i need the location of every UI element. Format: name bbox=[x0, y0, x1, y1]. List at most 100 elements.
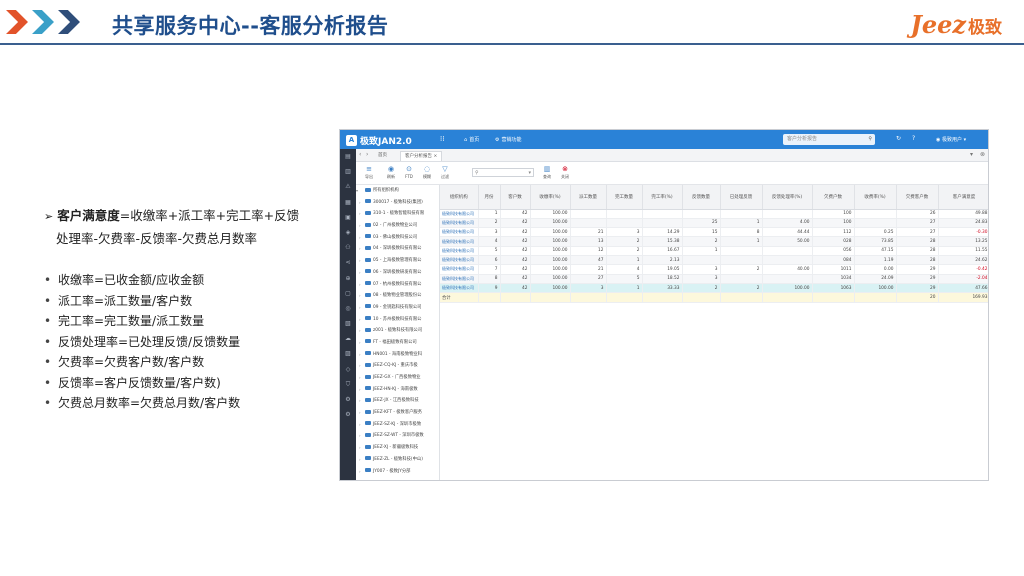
refresh-icon[interactable]: ↻ bbox=[896, 135, 901, 142]
table-row[interactable]: 极致科技有限公司 3 42 100.00 21 3 14.29 15 8 44.44 112 0.25… bbox=[440, 227, 988, 238]
nav-icon[interactable]: ⛉ bbox=[340, 377, 356, 392]
expand-icon[interactable]: › bbox=[359, 267, 361, 279]
tree-item[interactable]: › 300017 - 极致科技(集团) bbox=[356, 197, 439, 209]
close-button[interactable]: ⊗ 关闭 bbox=[556, 165, 574, 180]
expand-icon[interactable]: › bbox=[359, 419, 361, 431]
user-menu[interactable]: ◉ 极致用户 ▾ bbox=[936, 136, 966, 143]
column-header[interactable]: 收费率(%) bbox=[854, 185, 897, 210]
tree-item[interactable]: › JEEZ-JX - 江西极致科技 bbox=[356, 395, 439, 407]
expand-icon[interactable]: › bbox=[359, 454, 361, 466]
nav-icon[interactable]: ▥ bbox=[340, 164, 356, 179]
tree-item[interactable]: › HN001 - 海南极致物业科 bbox=[356, 349, 439, 361]
expand-icon[interactable]: › bbox=[359, 197, 361, 209]
nav-icon[interactable]: ▣ bbox=[340, 210, 356, 225]
expand-icon[interactable]: › bbox=[359, 279, 361, 291]
tree-item[interactable]: › 06 - 深圳极致研发有限公 bbox=[356, 267, 439, 279]
chevron-left-icon[interactable]: ‹ bbox=[359, 151, 361, 158]
nav-icon[interactable]: ⚇ bbox=[340, 240, 356, 255]
expand-icon[interactable]: › bbox=[359, 384, 361, 396]
close-icon[interactable]: × bbox=[433, 154, 437, 159]
apps-grid-icon[interactable]: ⁞⁞ bbox=[440, 135, 444, 143]
table-row[interactable]: 极致科技有限公司 4 42 100.00 13 2 15.38 2 1 50.00 028 73.85… bbox=[440, 236, 988, 247]
tree-item[interactable]: › JEEZ-CQ-KJ - 重庆市极 bbox=[356, 360, 439, 372]
expand-icon[interactable]: › bbox=[359, 360, 361, 372]
nav-icon[interactable]: ▢ bbox=[340, 286, 356, 301]
tree-item[interactable]: › 05 - 上海极致管理有限公 bbox=[356, 255, 439, 267]
tree-item[interactable]: › 310-1 - 极致智能科技有限 bbox=[356, 208, 439, 220]
nav-icon[interactable]: ◎ bbox=[340, 301, 356, 316]
tree-item[interactable]: › JEEZ-ZL - 极致科技(中山) bbox=[356, 454, 439, 466]
tree-item[interactable]: › JEEZ-KFT - 极致客户服务 bbox=[356, 407, 439, 419]
column-header[interactable]: 派工数量 bbox=[570, 185, 607, 210]
tree-item[interactable]: › JEEZ-XJ - 新疆极致科技 bbox=[356, 442, 439, 454]
table-row[interactable]: 极致科技有限公司 5 42 100.00 12 2 16.67 1 056 47.15 28 11.5… bbox=[440, 246, 988, 257]
query-button[interactable]: ▥ 查询 bbox=[538, 165, 556, 180]
column-header[interactable]: 已处理反馈 bbox=[720, 185, 763, 210]
column-header[interactable]: 完工率(%) bbox=[642, 185, 683, 210]
tree-item[interactable]: › JY007 - 极致JY分部 bbox=[356, 466, 439, 478]
expand-icon[interactable]: › bbox=[359, 325, 361, 337]
dropdown-icon[interactable]: ▾ bbox=[970, 151, 973, 158]
tree-item[interactable]: › FT - 福田极致有限公司 bbox=[356, 337, 439, 349]
expand-icon[interactable]: › bbox=[359, 372, 361, 384]
column-header[interactable]: 欠费客户数 bbox=[896, 185, 939, 210]
expand-icon[interactable]: › bbox=[359, 290, 361, 302]
column-header[interactable]: 完工数量 bbox=[606, 185, 643, 210]
nav-icon[interactable]: ⚙ bbox=[340, 407, 356, 422]
column-header[interactable]: 月份 bbox=[478, 185, 501, 210]
table-row[interactable]: 极致科技有限公司 2 42 100.00 25 1 4.00 100 27 24.83 bbox=[440, 218, 988, 229]
nav-icon[interactable]: ☁ bbox=[340, 331, 356, 346]
collapse-icon[interactable]: ▾ bbox=[356, 185, 358, 197]
expand-icon[interactable]: › bbox=[359, 314, 361, 326]
expand-icon[interactable]: › bbox=[359, 243, 361, 255]
tree-item[interactable]: › 09 - 金钥匙科技有限公司 bbox=[356, 302, 439, 314]
tab-report[interactable]: 客户分析报告 × bbox=[400, 151, 443, 161]
expand-icon[interactable]: › bbox=[359, 255, 361, 267]
column-header[interactable]: 反馈处理率(%) bbox=[762, 185, 813, 210]
expand-icon[interactable]: › bbox=[359, 349, 361, 361]
column-header[interactable]: 欠费户数 bbox=[812, 185, 855, 210]
tab-home[interactable]: 首页 bbox=[374, 151, 391, 161]
column-header[interactable]: 客户满意度 bbox=[938, 185, 988, 210]
chevron-right-icon[interactable]: › bbox=[366, 151, 368, 158]
search-input[interactable]: 客户分析报告 ⚲ bbox=[783, 134, 875, 145]
fuzzy-button[interactable]: ◌ 模糊 bbox=[418, 165, 436, 180]
column-header[interactable]: 客户数 bbox=[500, 185, 531, 210]
nav-icon[interactable]: ◈ bbox=[340, 225, 356, 240]
nav-icon[interactable]: ▨ bbox=[340, 346, 356, 361]
close-all-icon[interactable]: ⊗ bbox=[980, 151, 985, 158]
expand-icon[interactable]: › bbox=[359, 407, 361, 419]
tree-item[interactable]: › 03 - 佛山极致科技公司 bbox=[356, 232, 439, 244]
refresh-button[interactable]: ◉ 刷新 bbox=[382, 165, 400, 180]
filter-select[interactable]: ⚲ ▾ bbox=[472, 168, 534, 177]
tree-item[interactable]: › JEEZ-SZ-KJ - 深圳市极致 bbox=[356, 419, 439, 431]
expand-icon[interactable]: › bbox=[359, 466, 361, 478]
expand-icon[interactable]: › bbox=[359, 442, 361, 454]
table-row[interactable]: 极致科技有限公司 7 42 100.00 21 4 19.05 3 2 40.00 1011 0.00… bbox=[440, 264, 988, 275]
nav-icon[interactable]: ◇ bbox=[340, 362, 356, 377]
column-header[interactable]: 收缴率(%) bbox=[530, 185, 571, 210]
tree-item[interactable]: › JEEZ-SZ-WT - 深圳市极致 bbox=[356, 430, 439, 442]
tree-item[interactable]: › 02 - 广州极致物业公司 bbox=[356, 220, 439, 232]
expand-icon[interactable]: › bbox=[359, 395, 361, 407]
nav-icon[interactable]: ⚠ bbox=[340, 179, 356, 194]
nav-manage[interactable]: ⚙ 营销功能 bbox=[495, 136, 522, 144]
nav-icon[interactable]: ⊕ bbox=[340, 271, 356, 286]
tree-item[interactable]: › JEEZ-GX - 广西极致物业 bbox=[356, 372, 439, 384]
expand-icon[interactable]: › bbox=[359, 337, 361, 349]
tree-item[interactable]: › JEEZ-HN-KJ - 海南极致 bbox=[356, 384, 439, 396]
expand-icon[interactable]: › bbox=[359, 430, 361, 442]
tree-item[interactable]: › 04 - 深圳极致科技有限公 bbox=[356, 243, 439, 255]
expand-icon[interactable]: › bbox=[359, 220, 361, 232]
tree-item[interactable]: › 08 - 极致物业管理股份公 bbox=[356, 290, 439, 302]
nav-icon[interactable]: ▤ bbox=[340, 149, 356, 164]
table-row[interactable]: 极致科技有限公司 8 42 100.00 27 5 18.52 3 1034 24.09 29 -2.… bbox=[440, 274, 988, 284]
nav-icon[interactable]: ▦ bbox=[340, 195, 356, 210]
help-icon[interactable]: ? bbox=[912, 135, 915, 142]
table-row[interactable]: 极致科技有限公司 1 42 100.00 100 26 49.88 bbox=[440, 209, 988, 219]
app-brand[interactable]: A 极致JAN2.0 bbox=[346, 134, 412, 147]
nav-home[interactable]: ⌂ 首页 bbox=[464, 136, 479, 144]
expand-icon[interactable]: › bbox=[359, 232, 361, 244]
expand-icon[interactable]: › bbox=[359, 208, 361, 220]
nav-icon[interactable]: ▧ bbox=[340, 316, 356, 331]
